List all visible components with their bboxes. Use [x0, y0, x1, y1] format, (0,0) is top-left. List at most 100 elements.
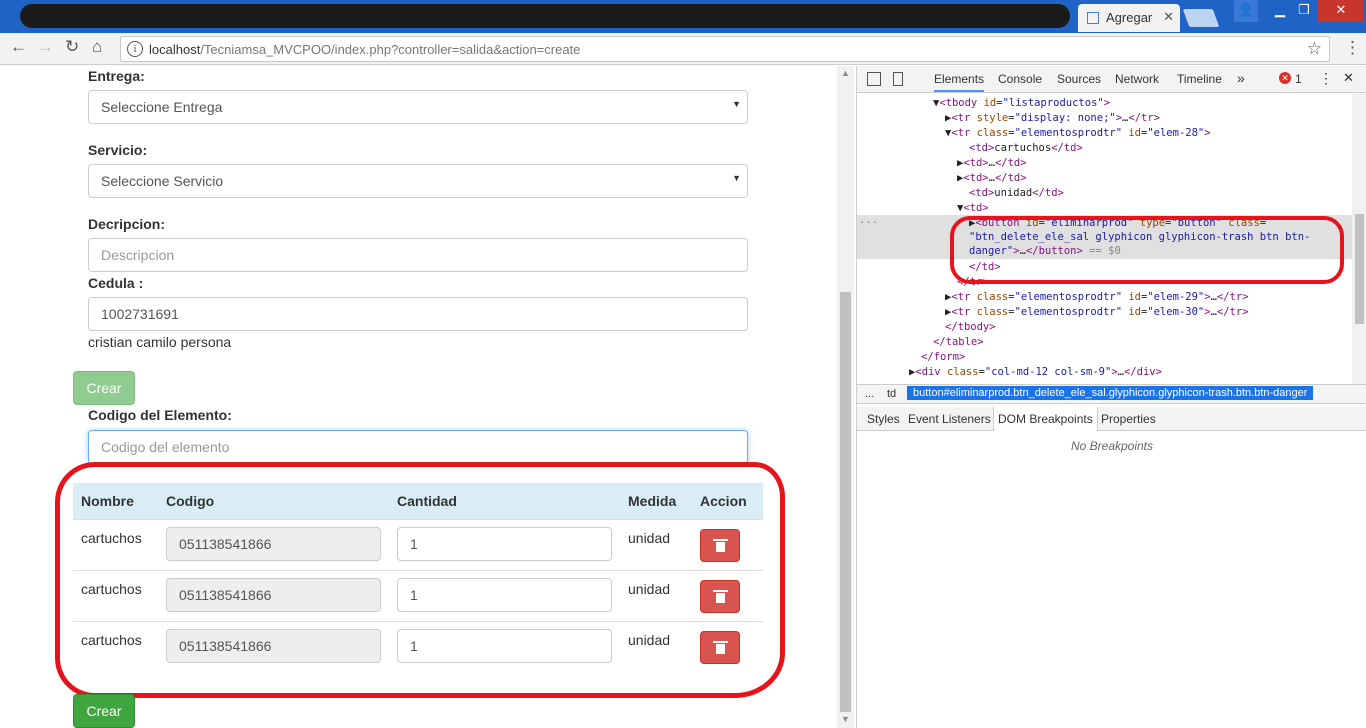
descripcion-input[interactable]: Descripcion — [88, 238, 748, 272]
dom-line[interactable]: ▶<tr style="display: none;">…</tr> — [945, 111, 1160, 126]
devtools-menu-icon[interactable]: ⋮ — [1319, 70, 1333, 87]
tab-close-icon[interactable]: ✕ — [1163, 9, 1174, 25]
tab-elements[interactable]: Elements — [934, 72, 985, 92]
more-tabs-icon[interactable]: » — [1237, 70, 1245, 86]
row-cantidad-input[interactable]: 1 — [397, 527, 612, 561]
codigo-elemento-input[interactable]: Codigo del elemento — [88, 430, 748, 464]
dom-line[interactable]: ▼<td> — [957, 201, 989, 216]
crear-button-top[interactable]: Crear — [73, 371, 135, 405]
tab-network[interactable]: Network — [1115, 72, 1159, 86]
dom-line-selected[interactable]: ▶<button id="eliminarprod" type="button"… — [969, 216, 1266, 231]
new-tab-button[interactable] — [1182, 9, 1220, 27]
breadcrumb-current[interactable]: button#eliminarprod.btn_delete_ele_sal.g… — [907, 386, 1314, 400]
dom-line[interactable]: ▶<tr class="elementosprodtr" id="elem-30… — [945, 305, 1249, 320]
browser-tab-bar: Agregar ✕ 👤 ▁ ❐ ✕ — [0, 0, 1366, 33]
header-codigo: Codigo — [166, 493, 215, 509]
crear-button-bottom[interactable]: Crear — [73, 694, 135, 728]
row-cantidad-input[interactable]: 1 — [397, 629, 612, 663]
servicio-select[interactable]: Seleccione Servicio ▼ — [88, 164, 748, 198]
device-mode-icon[interactable] — [893, 72, 903, 86]
dropdown-caret-icon: ▼ — [732, 173, 741, 183]
dom-line[interactable]: ▶<div class="col-md-12 col-sm-9">…</div> — [909, 365, 1162, 380]
tab-sources[interactable]: Sources — [1057, 72, 1101, 86]
dom-line[interactable]: ▶<td>…</td> — [957, 156, 1027, 171]
delete-row-button[interactable] — [700, 580, 740, 613]
window-maximize-icon[interactable]: ❐ — [1292, 0, 1316, 22]
delete-row-button[interactable] — [700, 631, 740, 664]
redacted-tabs — [20, 4, 1070, 28]
table-header: Nombre Codigo Cantidad Medida Accion — [73, 483, 763, 519]
table-row: cartuchos 051138541866 1 unidad — [73, 570, 763, 621]
error-count[interactable]: 1 — [1295, 72, 1302, 86]
table-row: cartuchos 051138541866 1 unidad — [73, 621, 763, 672]
delete-row-button[interactable] — [700, 529, 740, 562]
active-tab[interactable]: Agregar ✕ — [1078, 4, 1180, 32]
scroll-down-icon[interactable]: ▼ — [841, 714, 850, 724]
persona-name: cristian camilo persona — [88, 334, 232, 350]
devtools-panel: Elements Console Sources Network Timelin… — [856, 66, 1366, 728]
bookmark-star-icon[interactable]: ☆ — [1307, 39, 1322, 59]
entrega-select[interactable]: Seleccione Entrega ▼ — [88, 90, 748, 124]
row-codigo-field: 051138541866 — [166, 578, 381, 612]
row-nombre: cartuchos — [81, 581, 142, 597]
dom-line[interactable]: </td> — [969, 260, 1001, 275]
dom-line[interactable]: <td>cartuchos</td> — [969, 141, 1083, 156]
dom-scrollbar[interactable] — [1352, 94, 1366, 384]
browser-menu-icon[interactable]: ⋮ — [1344, 38, 1361, 58]
header-cantidad: Cantidad — [397, 493, 457, 509]
user-profile-icon[interactable]: 👤 — [1234, 0, 1258, 22]
codigo-elemento-placeholder: Codigo del elemento — [101, 439, 230, 455]
forward-arrow-icon[interactable]: → — [37, 37, 54, 57]
tab-console[interactable]: Console — [998, 72, 1042, 86]
dropdown-caret-icon: ▼ — [732, 99, 741, 109]
breadcrumb-ellipsis[interactable]: ... — [865, 388, 874, 400]
devtools-close-icon[interactable]: ✕ — [1343, 70, 1354, 86]
row-cantidad-input[interactable]: 1 — [397, 578, 612, 612]
row-medida: unidad — [628, 632, 671, 648]
trash-icon — [713, 641, 728, 654]
subtab-event-listeners[interactable]: Event Listeners — [908, 412, 991, 426]
breadcrumb-td[interactable]: td — [887, 388, 896, 400]
tab-timeline[interactable]: Timeline — [1177, 72, 1222, 86]
home-icon[interactable]: ⌂ — [92, 37, 102, 57]
dom-line[interactable]: ▶<tr class="elementosprodtr" id="elem-29… — [945, 290, 1249, 305]
window-close-icon[interactable]: ✕ — [1318, 0, 1364, 22]
descripcion-label: Decripcion: — [88, 216, 166, 232]
row-medida: unidad — [628, 530, 671, 546]
row-cantidad: 1 — [410, 536, 418, 552]
back-arrow-icon[interactable]: ← — [10, 37, 27, 57]
dom-line[interactable]: ▼<tr class="elementosprodtr" id="elem-28… — [945, 126, 1211, 141]
entrega-label: Entrega: — [88, 68, 145, 84]
dom-line[interactable]: <td>unidad</td> — [969, 186, 1064, 201]
no-breakpoints-text: No Breakpoints — [1070, 439, 1154, 453]
cedula-label: Cedula : — [88, 275, 144, 291]
url-path: /Tecniamsa_MVCPOO/index.php?controller=s… — [200, 42, 581, 57]
dom-scrollbar-thumb[interactable] — [1355, 214, 1364, 324]
row-codigo: 051138541866 — [179, 587, 272, 603]
window-minimize-icon[interactable]: ▁ — [1268, 0, 1292, 22]
cedula-input[interactable]: 1002731691 — [88, 297, 748, 331]
reload-icon[interactable]: ↻ — [65, 37, 79, 57]
table-row: cartuchos 051138541866 1 unidad — [73, 519, 763, 570]
dom-line[interactable]: </table> — [933, 335, 984, 350]
subtab-dom-breakpoints[interactable]: DOM Breakpoints — [993, 407, 1098, 431]
inspect-element-icon[interactable] — [867, 72, 881, 86]
dom-line[interactable]: ▶<td>…</td> — [957, 171, 1027, 186]
row-codigo-field: 051138541866 — [166, 629, 381, 663]
page-scrollbar-thumb[interactable] — [840, 292, 851, 712]
page-scrollbar[interactable]: ▲ ▼ — [837, 66, 854, 728]
dom-line[interactable]: ▼<tbody id="listaproductos"> — [933, 96, 1110, 111]
scroll-up-icon[interactable]: ▲ — [841, 68, 850, 78]
subtab-styles[interactable]: Styles — [867, 412, 900, 426]
row-cantidad: 1 — [410, 587, 418, 603]
dom-line[interactable]: </tbody> — [945, 320, 996, 335]
address-bar[interactable]: i localhost/Tecniamsa_MVCPOO/index.php?c… — [120, 36, 1330, 62]
row-medida: unidad — [628, 581, 671, 597]
active-tab-title: Agregar — [1106, 10, 1153, 25]
subtab-properties[interactable]: Properties — [1101, 412, 1156, 426]
devtools-toolbar: Elements Console Sources Network Timelin… — [857, 66, 1366, 93]
dom-line[interactable]: </form> — [921, 350, 965, 365]
dom-line[interactable]: </tr> — [957, 275, 989, 290]
error-icon[interactable]: ✕ — [1279, 72, 1291, 84]
site-info-icon[interactable]: i — [127, 41, 143, 57]
